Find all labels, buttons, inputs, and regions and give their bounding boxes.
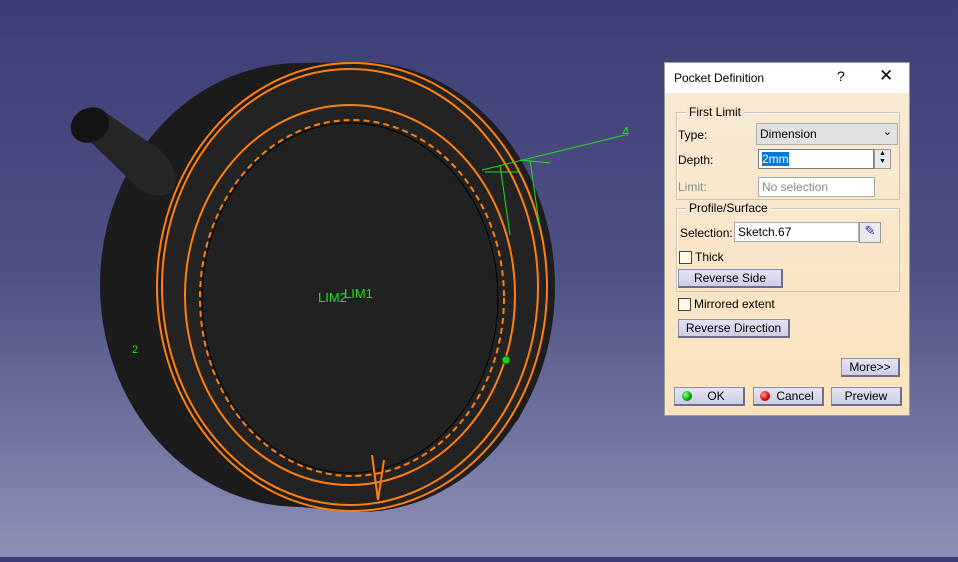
label-lim1: LIM1 [344, 286, 373, 301]
limit-value: No selection [762, 180, 829, 194]
cancel-button[interactable]: Cancel [753, 387, 824, 406]
type-dropdown[interactable]: Dimension ⌄ [756, 123, 898, 145]
thick-label[interactable]: Thick [695, 250, 724, 264]
depth-spinner[interactable]: ▲ ▼ [874, 149, 891, 169]
type-value: Dimension [760, 127, 817, 141]
spin-up-icon[interactable]: ▲ [875, 150, 890, 158]
sketch-edit-button[interactable]: ✎ [859, 222, 881, 243]
label-2: 2 [132, 344, 139, 356]
more-button[interactable]: More>> [841, 358, 900, 377]
pocket-definition-dialog: Pocket Definition ? ✕ First Limit Type: … [664, 62, 910, 416]
label-lim2: LIM2 [318, 290, 347, 305]
spin-down-icon[interactable]: ▼ [875, 158, 890, 166]
point-marker[interactable] [501, 355, 511, 365]
depth-label: Depth: [678, 153, 714, 167]
red-ball-icon [760, 391, 770, 401]
ok-label: OK [707, 389, 725, 403]
selection-field[interactable]: Sketch.67 [734, 222, 859, 242]
type-label: Type: [678, 128, 708, 142]
close-button[interactable]: ✕ [879, 66, 893, 86]
limit-label: Limit: [678, 180, 707, 194]
profile-surface-label: Profile/Surface [686, 201, 771, 215]
thick-checkbox[interactable] [679, 251, 692, 264]
label-4: 4 [622, 124, 630, 139]
mirrored-extent-checkbox[interactable] [678, 298, 691, 311]
dialog-title: Pocket Definition [674, 71, 765, 85]
reverse-side-button[interactable]: Reverse Side [678, 269, 783, 288]
limit-field[interactable]: No selection [758, 177, 875, 197]
pencil-icon: ✎ [864, 223, 876, 238]
mirrored-extent-label[interactable]: Mirrored extent [694, 297, 775, 311]
first-limit-label: First Limit [686, 105, 744, 119]
depth-value: 2mm [762, 152, 789, 166]
depth-input[interactable]: 2mm [758, 149, 874, 169]
preview-button[interactable]: Preview [831, 387, 902, 406]
cancel-label: Cancel [776, 389, 814, 403]
ok-button[interactable]: OK [674, 387, 745, 406]
selection-value: Sketch.67 [738, 225, 792, 239]
selection-label: Selection: [680, 226, 733, 240]
reverse-direction-button[interactable]: Reverse Direction [678, 319, 790, 338]
help-button[interactable]: ? [837, 68, 845, 84]
green-ball-icon [682, 391, 692, 401]
chevron-down-icon: ⌄ [882, 126, 892, 138]
dialog-titlebar[interactable]: Pocket Definition ? ✕ [665, 63, 909, 93]
